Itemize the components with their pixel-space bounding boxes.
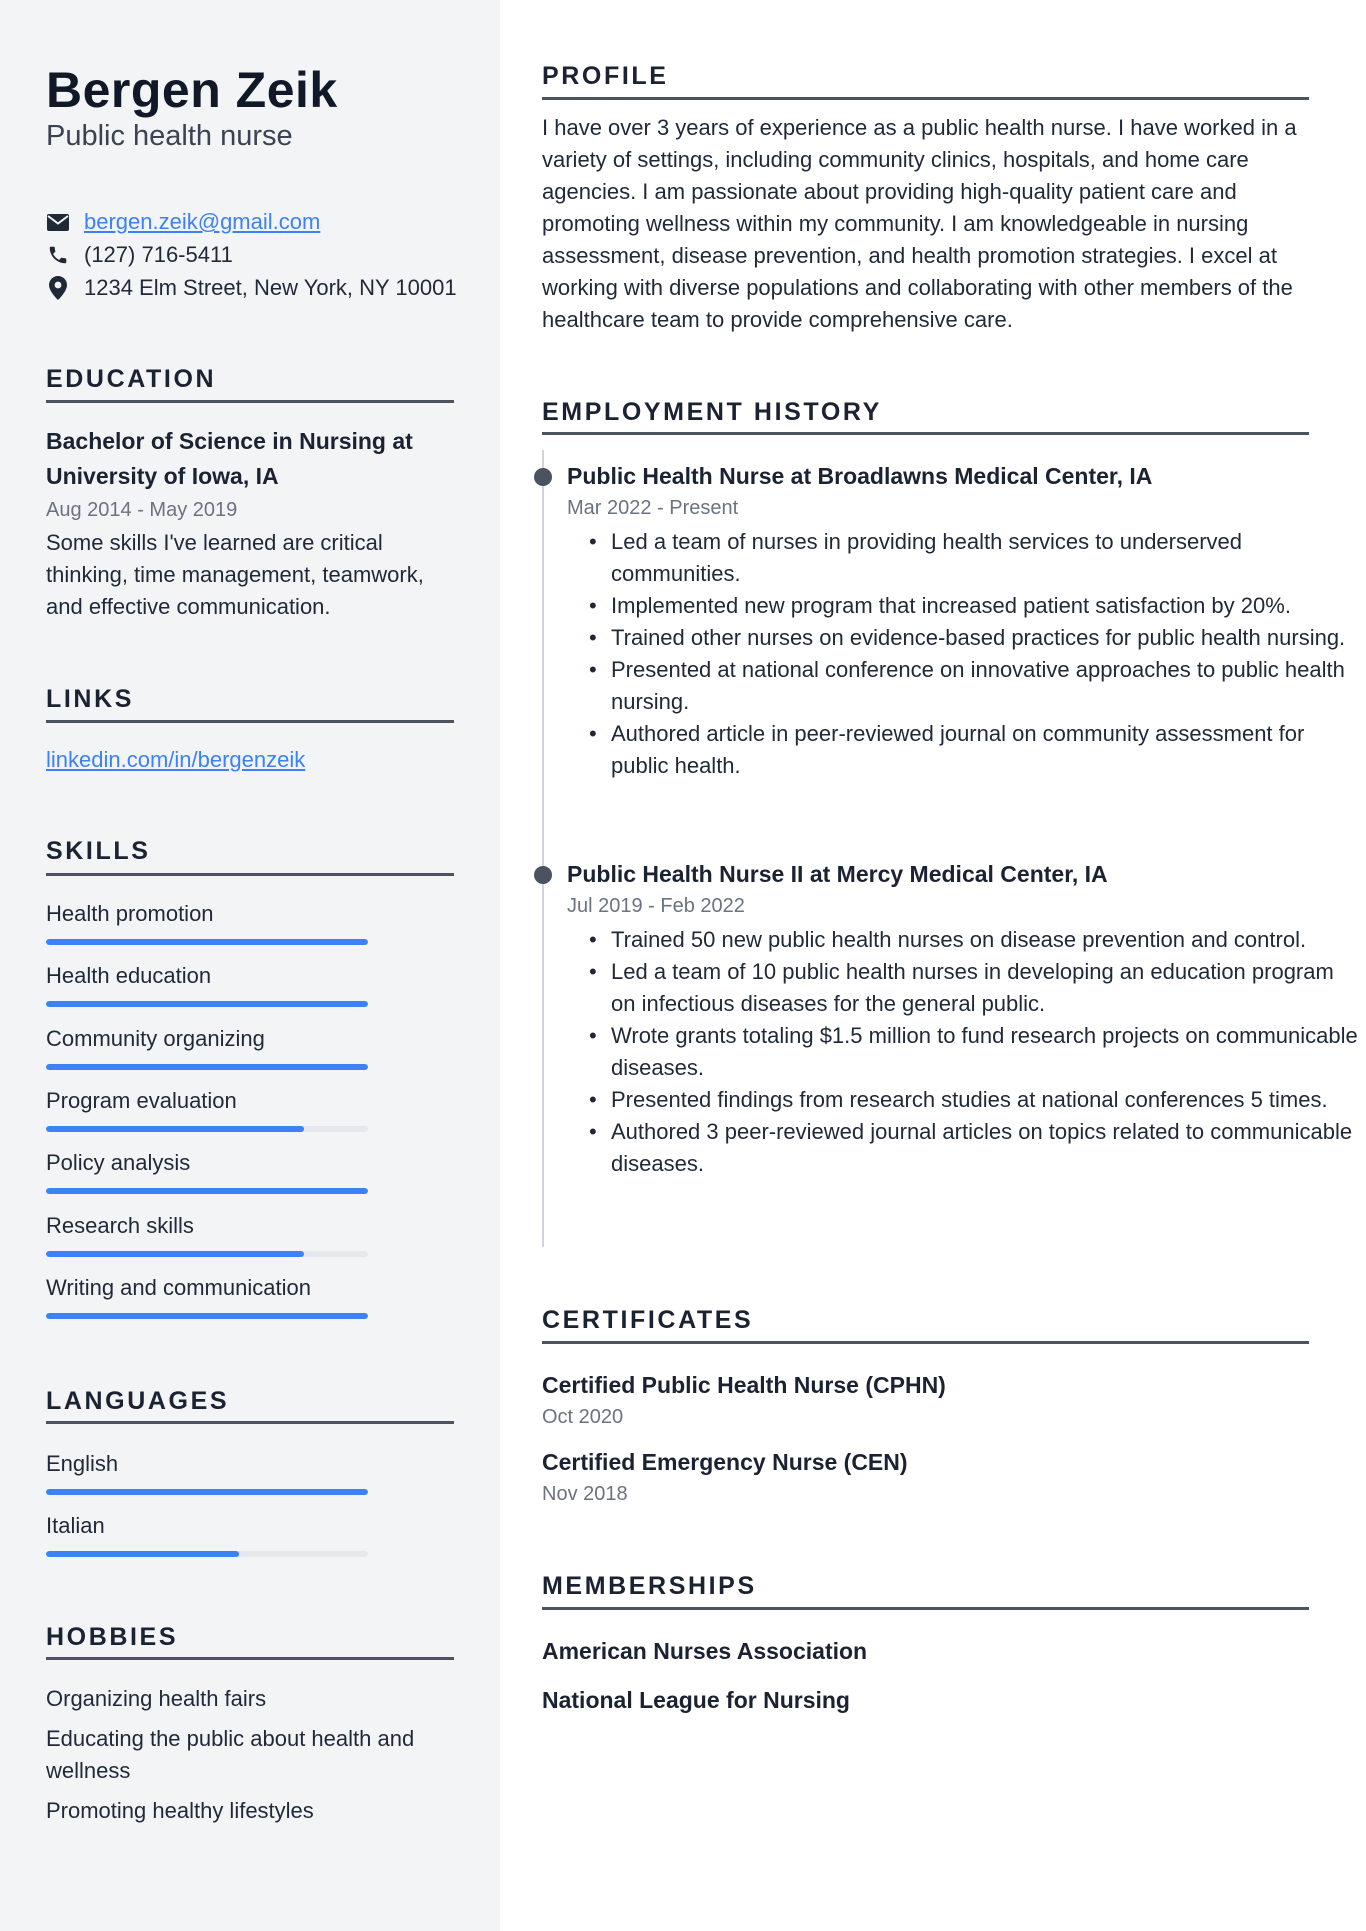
education-dates: Aug 2014 - May 2019 [46,499,238,521]
profile-summary: I have over 3 years of experience as a p… [542,115,1297,332]
job-title: Public Health Nurse II at Mercy Medical … [567,861,1108,887]
skill-level-fill [46,1125,304,1132]
skill-level-fill [46,1188,368,1195]
job-title: Public health nurse [46,120,293,152]
employment-heading: Employment History [542,398,882,426]
language-label: English [46,1451,119,1476]
address: 1234 Elm Street, New York, NY 10001 [84,275,457,300]
language-level-fill [46,1551,240,1558]
candidate-name: Bergen Zeik [46,62,338,118]
hobby-item: Organizing health fairs [46,1686,267,1711]
job-bullet: Wrote grants totaling $1.5 million to fu… [589,1020,1363,1084]
skill-level-fill [46,1063,368,1070]
languages-divider [46,1421,454,1424]
map-pin-icon [46,276,70,300]
skill-label: Health promotion [46,901,214,926]
envelope-icon [46,210,70,234]
job-bullet: Authored article in peer-reviewed journa… [589,718,1363,782]
certificate-date: Nov 2018 [542,1483,628,1505]
job-bullet: Presented findings from research studies… [589,1084,1363,1116]
phone-icon [46,243,70,267]
skill-level-bar [46,1125,368,1132]
contact-address: 1234 Elm Street, New York, NY 10001 [46,273,457,303]
memberships-heading: Memberships [542,1572,757,1600]
membership-item: American Nurses Association [542,1638,868,1664]
profile-heading: Profile [542,62,669,90]
skill-level-bar [46,1250,368,1257]
certificate-title: Certified Public Health Nurse (CPHN) [542,1372,946,1398]
skill-label: Program evaluation [46,1087,237,1113]
skill-level-fill [46,939,368,945]
contact-email: bergen.zeik@gmail.com [46,207,320,237]
certificates-heading: Certificates [542,1306,754,1334]
job-bullets: Trained 50 new public health nurses on d… [567,924,1363,1180]
job-dates: Jul 2019 - Feb 2022 [567,895,745,917]
job-dates: Mar 2022 - Present [567,497,739,519]
job-bullet: Led a team of nurses in providing health… [589,526,1363,590]
languages-heading: Languages [46,1387,230,1415]
skill-level-fill [46,1250,304,1257]
job-title: Public Health Nurse at Broadlawns Medica… [567,463,1153,489]
skill-label: Research skills [46,1212,194,1238]
membership-item: National League for Nursing [542,1687,850,1713]
job-bullet: Trained other nurses on evidence-based p… [589,622,1363,654]
skill-label: Health education [46,963,212,989]
education-divider [46,400,454,403]
skill-label: Policy analysis [46,1150,191,1176]
hobbies-heading: Hobbies [46,1623,179,1651]
phone-number: (127) 716-5411 [84,242,233,267]
language-level-fill [46,1489,368,1495]
job-bullets: Led a team of nurses in providing health… [567,526,1363,782]
skill-label: Writing and communication [46,1274,311,1300]
hobby-item: Educating the public about health and we… [46,1726,415,1783]
certificate-date: Oct 2020 [542,1406,624,1428]
linkedin-link[interactable]: linkedin.com/in/bergenzeik [46,745,305,775]
skills-heading: Skills [46,837,151,865]
memberships-divider [542,1607,1309,1610]
education-description: Some skills I've learned are critical th… [46,530,424,619]
skill-level-bar [46,939,368,945]
skill-level-bar [46,1188,368,1195]
job-bullet: Led a team of 10 public health nurses in… [589,956,1363,1020]
skill-level-fill [46,1312,368,1319]
timeline-line [542,450,544,1247]
certificates-divider [542,1341,1309,1344]
language-label: Italian [46,1513,105,1539]
job-bullet: Trained 50 new public health nurses on d… [589,924,1363,956]
education-heading: Education [46,365,217,393]
skill-level-bar [46,1001,368,1008]
contact-phone: (127) 716-5411 [46,240,233,270]
skills-divider [46,873,454,876]
email-link[interactable]: bergen.zeik@gmail.com [84,209,320,235]
profile-divider [542,97,1309,100]
timeline-dot [534,866,552,884]
language-level-bar [46,1489,368,1495]
job-bullet: Authored 3 peer-reviewed journal article… [589,1116,1363,1180]
skill-label: Community organizing [46,1025,265,1051]
hobby-item: Promoting healthy lifestyles [46,1798,314,1823]
skill-level-fill [46,1001,368,1008]
employment-divider [542,432,1309,435]
links-divider [46,720,454,723]
timeline-dot [534,468,552,486]
job-bullet: Implemented new program that increased p… [589,590,1363,622]
education-degree: Bachelor of Science in Nursing at Univer… [46,428,413,489]
language-level-bar [46,1551,368,1558]
skill-level-bar [46,1312,368,1319]
links-heading: Links [46,685,134,713]
job-bullet: Presented at national conference on inno… [589,654,1363,718]
certificate-title: Certified Emergency Nurse (CEN) [542,1449,908,1475]
hobbies-divider [46,1657,454,1660]
skill-level-bar [46,1063,368,1070]
